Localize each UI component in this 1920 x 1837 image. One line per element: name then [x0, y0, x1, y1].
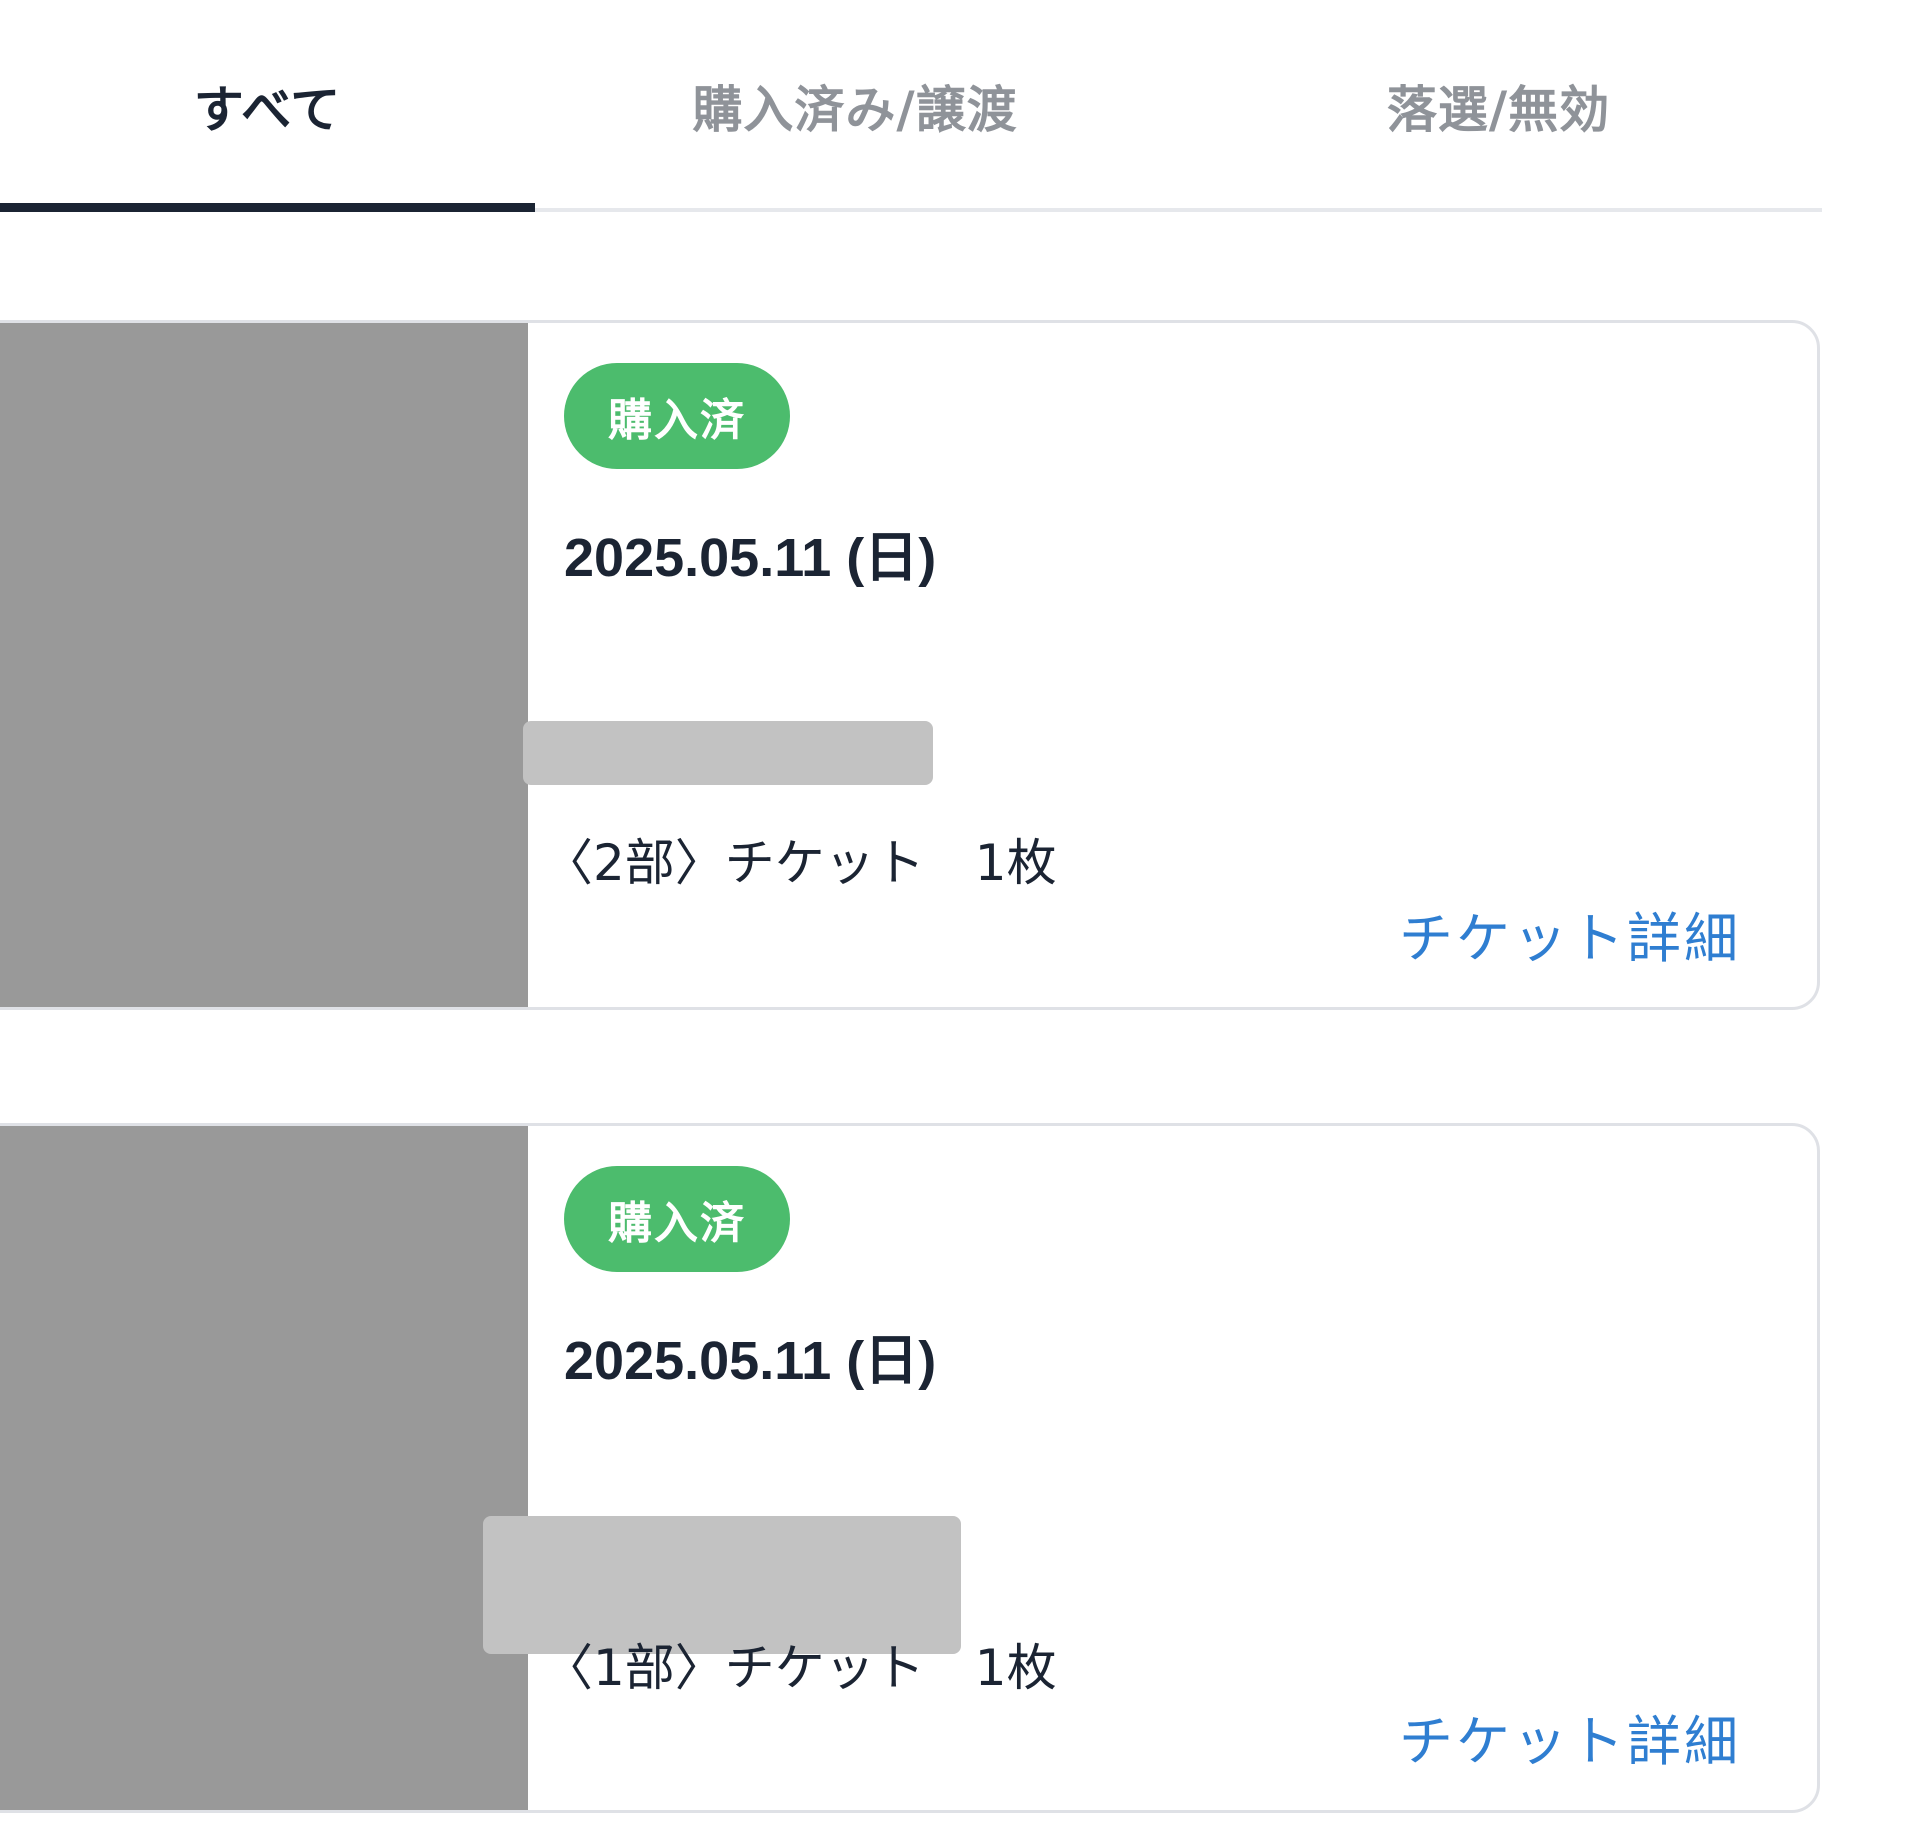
event-image — [0, 323, 528, 1007]
status-badge: 購入済 — [564, 363, 790, 469]
active-tab-indicator — [0, 203, 535, 212]
event-image — [0, 1126, 528, 1810]
ticket-summary: 〈2部〉チケット 1枚 — [543, 834, 1057, 892]
redacted-event-name — [523, 721, 933, 785]
tab-lost-invalid[interactable]: 落選/無効 — [1175, 0, 1822, 212]
tab-all[interactable]: すべて — [0, 0, 535, 212]
event-date: 2025.05.11 (日) — [564, 1331, 937, 1391]
event-date: 2025.05.11 (日) — [564, 528, 937, 588]
status-tab-bar: すべて 購入済み/譲渡 落選/無効 — [0, 0, 1822, 212]
ticket-detail-link[interactable]: チケット詳細 — [1399, 1697, 1741, 1776]
ticket-detail-link[interactable]: チケット詳細 — [1399, 894, 1741, 973]
ticket-summary: 〈1部〉チケット 1枚 — [543, 1639, 1057, 1697]
ticket-card[interactable]: 購入済 2025.05.11 (日) 〈2部〉チケット 1枚 チケット詳細 — [0, 320, 1820, 1010]
ticket-card[interactable]: 購入済 2025.05.11 (日) 〈1部〉チケット 1枚 チケット詳細 — [0, 1123, 1820, 1813]
tab-purchased-transferred[interactable]: 購入済み/譲渡 — [535, 0, 1175, 212]
status-badge: 購入済 — [564, 1166, 790, 1272]
